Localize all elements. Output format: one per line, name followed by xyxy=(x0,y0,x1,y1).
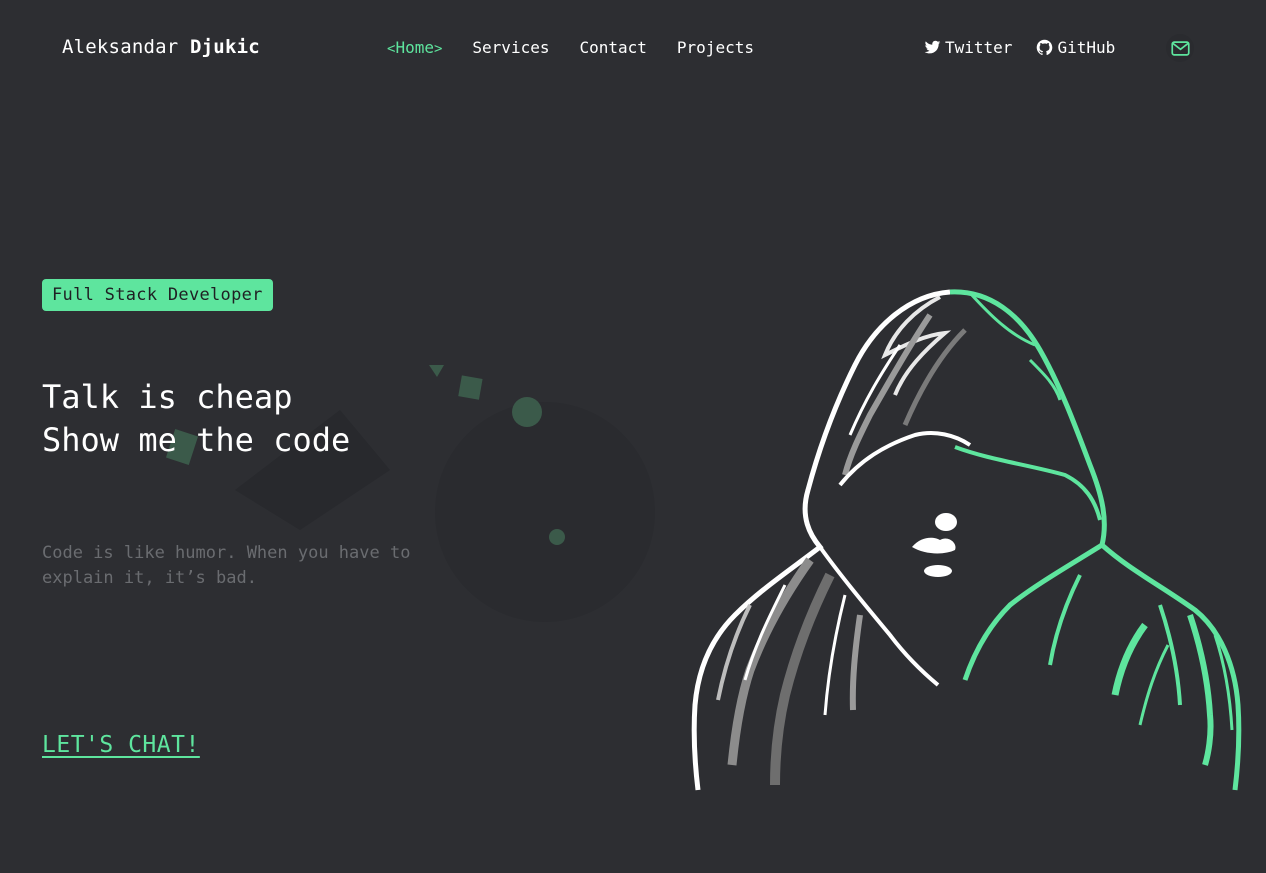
nav-item-contact[interactable]: Contact xyxy=(579,38,646,57)
role-badge: Full Stack Developer xyxy=(42,279,273,311)
twitter-link[interactable]: Twitter xyxy=(924,38,1012,57)
social-links: Twitter GitHub xyxy=(924,38,1115,57)
lets-chat-link[interactable]: LET'S CHAT! xyxy=(42,732,200,758)
mail-icon xyxy=(1170,40,1190,56)
github-label: GitHub xyxy=(1057,38,1116,57)
mail-button[interactable] xyxy=(1166,34,1194,62)
page: Aleksandar Djukic <Home> Services Contac… xyxy=(0,0,1266,873)
github-link[interactable]: GitHub xyxy=(1036,38,1115,57)
hooded-figure-illustration xyxy=(691,289,1242,791)
headline-line-2: Show me the code xyxy=(42,421,351,459)
nav-home-label: Home xyxy=(395,38,434,57)
github-icon xyxy=(1037,39,1053,55)
brand-logo[interactable]: Aleksandar Djukic xyxy=(62,36,260,58)
brand-last-name: Djukic xyxy=(190,36,260,58)
hero-quote: Code is like humor. When you have to exp… xyxy=(42,543,411,588)
twitter-label: Twitter xyxy=(945,38,1013,57)
nav-item-projects[interactable]: Projects xyxy=(677,38,754,57)
main-nav: <Home> Services Contact Projects xyxy=(387,38,754,57)
hero-headline: Talk is cheap Show me the code xyxy=(42,376,350,462)
nav-item-services[interactable]: Services xyxy=(472,38,549,57)
headline-line-1: Talk is cheap xyxy=(42,378,293,416)
brand-first-name: Aleksandar xyxy=(62,36,179,58)
twitter-icon xyxy=(924,40,941,54)
nav-item-home[interactable]: <Home> xyxy=(387,38,442,57)
